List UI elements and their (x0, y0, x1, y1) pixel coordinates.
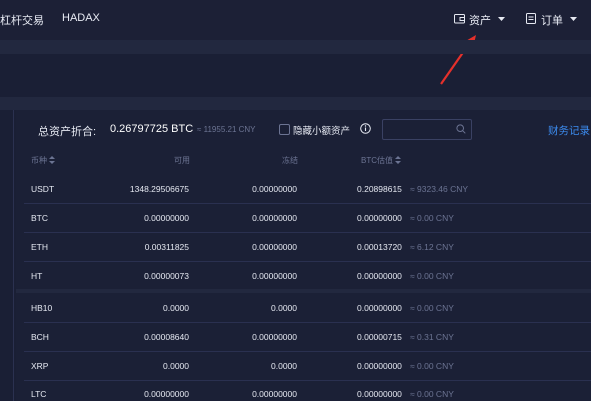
search-icon (456, 124, 466, 134)
left-side-panel (0, 110, 14, 401)
chevron-down-icon (570, 17, 577, 21)
frozen-cell: 0.0000 (271, 303, 297, 313)
available-cell: 0.0000 (163, 303, 189, 313)
coin-cell: XRP (31, 361, 49, 371)
info-icon[interactable] (360, 123, 371, 134)
row-divider (24, 203, 591, 204)
coin-cell: LTC (31, 389, 47, 399)
frozen-cell: 0.00000000 (252, 184, 297, 194)
available-cell: 0.00311825 (144, 242, 189, 252)
orders-label: 订单 (541, 15, 563, 27)
header-btc-value[interactable]: BTC估值 (361, 155, 402, 166)
hide-small-assets-label: 隐藏小额资产 (293, 126, 351, 137)
btc-value-cell: 0.00000000 (357, 213, 402, 223)
available-cell: 0.00008640 (144, 332, 189, 342)
cny-value-cell: ≈ 0.00 CNY (410, 213, 454, 223)
cny-value-cell: ≈ 9323.46 CNY (410, 184, 469, 194)
available-cell: 0.00000073 (144, 271, 189, 281)
sort-icon (395, 156, 402, 164)
cny-value-cell: ≈ 0.00 CNY (410, 389, 454, 399)
btc-value-cell: 0.00000000 (357, 303, 402, 313)
total-assets-label: 总资产折合: (38, 126, 97, 138)
cny-value-cell: ≈ 6.12 CNY (410, 242, 454, 252)
frozen-cell: 0.00000000 (252, 271, 297, 281)
coin-cell: BTC (31, 213, 48, 223)
assets-label: 资产 (469, 15, 491, 27)
btc-value-cell: 0.00000000 (357, 271, 402, 281)
hide-small-assets-checkbox[interactable] (279, 124, 290, 135)
cny-value-cell: ≈ 0.31 CNY (410, 332, 454, 342)
header-coin[interactable]: 币种 (31, 155, 56, 166)
wallet-icon (454, 14, 465, 24)
row-divider (24, 322, 591, 323)
search-input[interactable] (382, 119, 472, 140)
coin-cell: USDT (31, 184, 55, 194)
available-cell: 0.00000000 (144, 389, 189, 399)
btc-value-cell: 0.20898615 (357, 184, 402, 194)
total-btc-value: 0.26797725 BTC (110, 123, 194, 135)
row-divider (24, 351, 591, 352)
coin-cell: HB10 (31, 303, 53, 313)
frozen-cell: 0.00000000 (252, 389, 297, 399)
content-divider-strip (0, 97, 591, 110)
finance-record-link[interactable]: 财务记录 (548, 123, 590, 138)
coin-cell: ETH (31, 242, 48, 252)
btc-value-cell: 0.00000000 (357, 389, 402, 399)
document-icon (526, 13, 536, 24)
btc-value-cell: 0.00000715 (357, 332, 402, 342)
frozen-cell: 0.00000000 (252, 242, 297, 252)
assets-menu[interactable]: 资产 (454, 11, 506, 27)
frozen-cell: 0.00000000 (252, 332, 297, 342)
total-cny-value: ≈ 11955.21 CNY (197, 125, 256, 134)
header-frozen: 冻结 (282, 156, 298, 165)
frozen-cell: 0.00000000 (252, 213, 297, 223)
assets-panel (16, 110, 591, 401)
nav-margin-trading[interactable]: 杠杆交易 (0, 12, 44, 28)
available-cell: 0.0000 (163, 361, 189, 371)
sort-icon (49, 156, 56, 164)
cny-value-cell: ≈ 0.00 CNY (410, 361, 454, 371)
cny-value-cell: ≈ 0.00 CNY (410, 303, 454, 313)
cny-value-cell: ≈ 0.00 CNY (410, 271, 454, 281)
available-cell: 1348.29506675 (129, 184, 189, 194)
nav-hadax[interactable]: HADAX (62, 12, 100, 24)
chevron-down-icon (498, 17, 505, 21)
row-divider (24, 261, 591, 262)
row-divider (24, 380, 591, 381)
row-divider (24, 232, 591, 233)
btc-value-cell: 0.00000000 (357, 361, 402, 371)
header-divider-strip (0, 40, 591, 54)
frozen-cell: 0.0000 (271, 361, 297, 371)
available-cell: 0.00000000 (144, 213, 189, 223)
header-available: 可用 (174, 156, 190, 165)
coin-cell: HT (31, 271, 43, 281)
orders-menu[interactable]: 订单 (526, 11, 578, 27)
section-divider (16, 289, 591, 293)
coin-cell: BCH (31, 332, 49, 342)
btc-value-cell: 0.00013720 (357, 242, 402, 252)
